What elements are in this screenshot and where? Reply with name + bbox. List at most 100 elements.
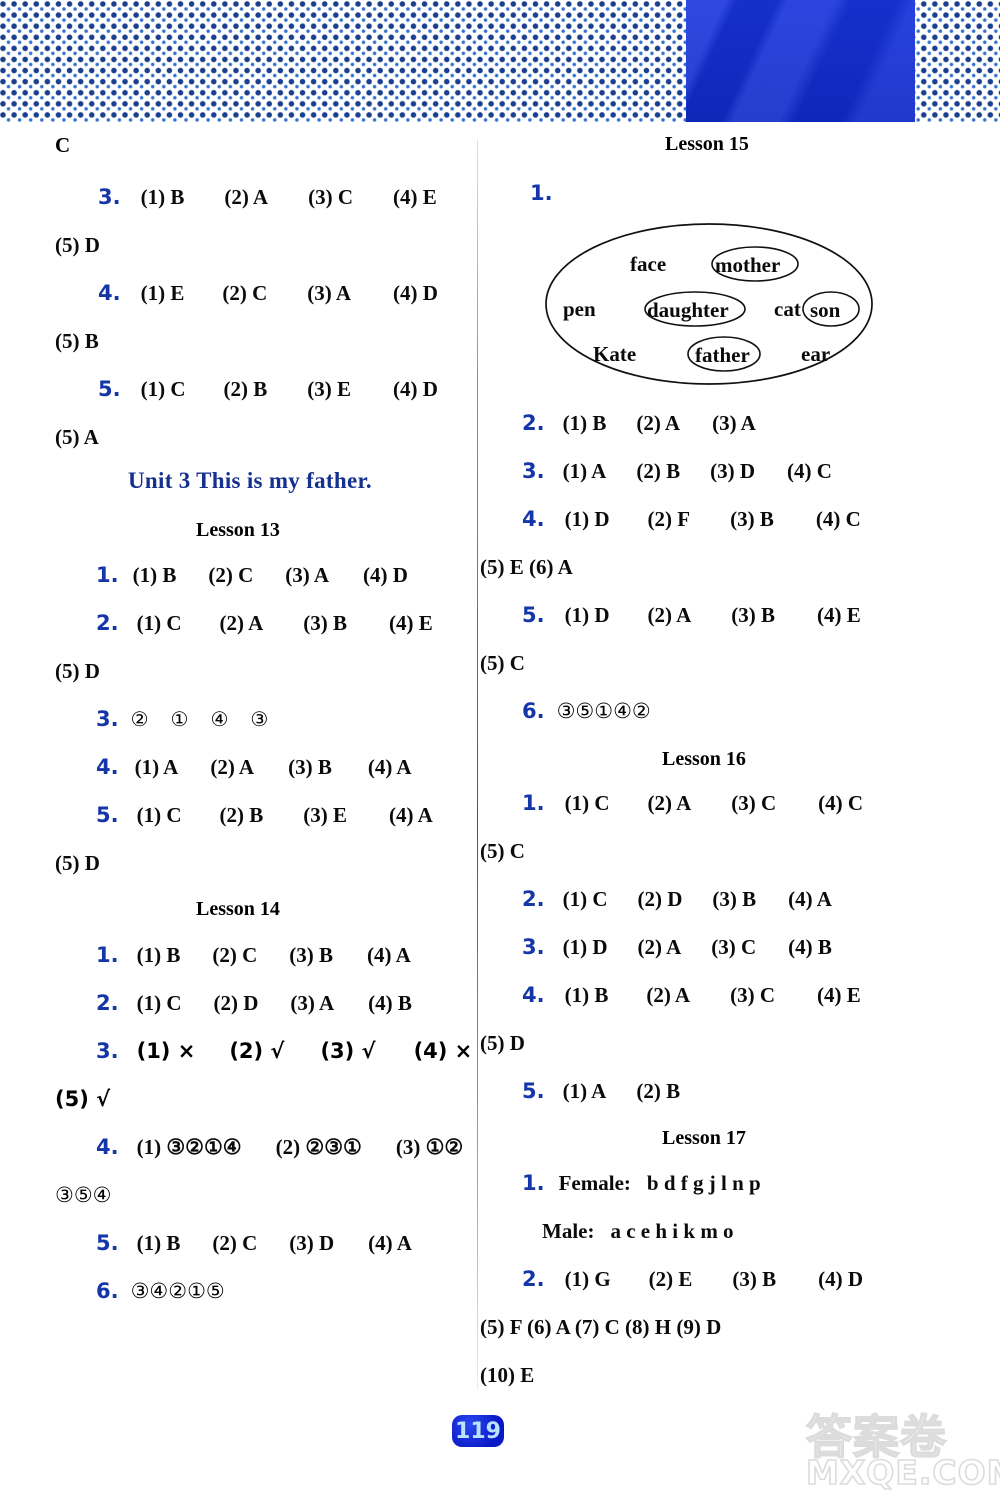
question-number: 4. xyxy=(522,983,545,1007)
answer-item: (2) C xyxy=(208,563,254,587)
answer-item: (3) C xyxy=(730,983,775,1007)
answer-row: 5. (1) C (2) B (3) E (4) A xyxy=(96,803,433,828)
answer-item: (2) C xyxy=(222,281,268,305)
answer-row: 3. (1) A (2) B (3) D (4) C xyxy=(522,459,832,484)
answer-item: (2) B xyxy=(636,1079,681,1103)
carryover-answer: C xyxy=(55,133,71,157)
word-ear: ear xyxy=(801,342,831,366)
answer-item: (1) B xyxy=(136,943,181,967)
unit-heading: Unit 3 This is my father. xyxy=(128,468,372,493)
answer-item: (2) √ xyxy=(229,1039,285,1063)
answer-item: (3) ①② xyxy=(395,1135,464,1159)
answer-item: (3) A xyxy=(307,281,351,305)
answer-row: 4. (1) E (2) C (3) A (4) D xyxy=(98,281,438,306)
answer-item: (1) A xyxy=(562,459,607,483)
answer-item: (4) D xyxy=(393,377,438,401)
answer-item: (1) B xyxy=(132,563,177,587)
answer-wrap: (5) √ xyxy=(55,1087,111,1111)
word-cat: cat xyxy=(774,297,801,321)
answer-wrap: (5) D xyxy=(55,233,100,257)
answer-item: (1) G xyxy=(564,1267,611,1291)
answer-wrap: (5) D xyxy=(55,851,100,875)
answer-wrap: (5) E (6) A xyxy=(480,555,573,579)
male-items: a c e h i k m o xyxy=(610,1219,734,1243)
answer-item: (1) C xyxy=(136,611,182,635)
answer-row: 6. ③⑤①④② xyxy=(522,699,651,723)
answer-item: (1) C xyxy=(140,377,186,401)
word-mother: mother xyxy=(715,253,781,277)
answer-row: 3. ② ① ④ ③ xyxy=(96,707,268,731)
answer-row: 5. (1) B (2) C (3) D (4) A xyxy=(96,1231,412,1256)
word-father: father xyxy=(695,343,750,367)
question-number: 2. xyxy=(96,611,119,635)
word-daughter: daughter xyxy=(647,298,729,322)
word-face: face xyxy=(630,252,667,276)
question-number: 2. xyxy=(522,887,545,911)
answer-item: (3) B xyxy=(289,943,333,967)
answer-wrap: (5) C xyxy=(480,651,525,675)
answer-row: 1. (1) C (2) A (3) C (4) C xyxy=(522,791,863,816)
answer-row: 3. (1) D (2) A (3) C (4) B xyxy=(522,935,832,960)
answer-item: (1) B xyxy=(136,1231,181,1255)
answer-row: 4. (1) ③②①④ (2) ②③① (3) ①② xyxy=(96,1135,463,1160)
answer-item: (3) B xyxy=(731,603,775,627)
answer-item: (2) E xyxy=(648,1267,693,1291)
answer-wrap: (5) A xyxy=(55,425,99,449)
word-pen: pen xyxy=(563,297,596,321)
answer-item: (3) B xyxy=(303,611,347,635)
answer-wrap: ③⑤④ xyxy=(55,1183,112,1207)
answer-item: (4) E xyxy=(389,611,433,635)
answer-item: (3) D xyxy=(289,1231,335,1255)
word-sort-diagram: face mother pen daughter cat son Kate fa… xyxy=(543,221,879,391)
answer-item: (4) A xyxy=(368,1231,412,1255)
answer-item: (4) A xyxy=(367,943,411,967)
answer-item: (2) A xyxy=(646,983,691,1007)
question-number: 5. xyxy=(522,603,545,627)
answer-item: (4) E xyxy=(817,603,861,627)
answer-item: (2) A xyxy=(637,935,682,959)
answer-item: (1) C xyxy=(136,803,182,827)
question-number: 4. xyxy=(96,1135,119,1159)
lesson-heading: Lesson 13 xyxy=(196,519,280,541)
question-number: 1. xyxy=(96,563,119,587)
answer-row: 5. (1) C (2) B (3) E (4) D xyxy=(98,377,438,402)
answer-item: (2) B xyxy=(223,377,268,401)
circled-answer: ③④②①⑤ xyxy=(130,1279,225,1303)
answer-key-page: C 3. (1) B (2) A (3) C (4) E (5) D 4. (1… xyxy=(0,123,1000,1493)
answer-item: (2) A xyxy=(210,755,255,779)
answer-item: (3) A xyxy=(290,991,335,1015)
answer-item: (4) D xyxy=(818,1267,864,1291)
answer-item: (2) A xyxy=(636,411,681,435)
answer-item: (3) B xyxy=(288,755,332,779)
answer-item: (1) A xyxy=(134,755,179,779)
column-divider xyxy=(477,140,478,1390)
answer-item: (3) C xyxy=(711,935,757,959)
answer-item: (1) × xyxy=(136,1039,196,1063)
answer-row: 6. ③④②①⑤ xyxy=(96,1279,225,1303)
question-number: 5. xyxy=(522,1079,545,1103)
female-label: Female: xyxy=(558,1171,631,1195)
circled-answer: ④ xyxy=(210,707,229,731)
answer-item: (4) E xyxy=(393,185,437,209)
question-number: 5. xyxy=(96,1231,119,1255)
answer-item: (4) × xyxy=(413,1039,473,1063)
answer-row: 2. (1) C (2) A (3) B (4) E xyxy=(96,611,433,636)
question-number: 2. xyxy=(522,411,545,435)
answer-row: 2. (1) C (2) D (3) A (4) B xyxy=(96,991,412,1016)
answer-row: 5. (1) A (2) B xyxy=(522,1079,680,1104)
answer-row: 4. (1) D (2) F (3) B (4) C xyxy=(522,507,861,532)
answer-item: (2) A xyxy=(647,603,692,627)
keys-header-panel: Keys xyxy=(686,0,915,122)
answer-item: (3) A xyxy=(285,563,329,587)
question-number: 3. xyxy=(522,459,545,483)
question-number: 5. xyxy=(98,377,121,401)
answer-item: (3) C xyxy=(731,791,777,815)
answer-wrap: (5) D xyxy=(55,659,100,683)
question-number: 3. xyxy=(522,935,545,959)
answer-wrap: (10) E xyxy=(480,1363,535,1387)
answer-item: (3) D xyxy=(710,459,755,483)
answer-row: 5. (1) D (2) A (3) B (4) E xyxy=(522,603,861,628)
male-label: Male: xyxy=(542,1219,595,1243)
answer-item: (2) D xyxy=(637,887,683,911)
answer-item: (2) B xyxy=(219,803,264,827)
